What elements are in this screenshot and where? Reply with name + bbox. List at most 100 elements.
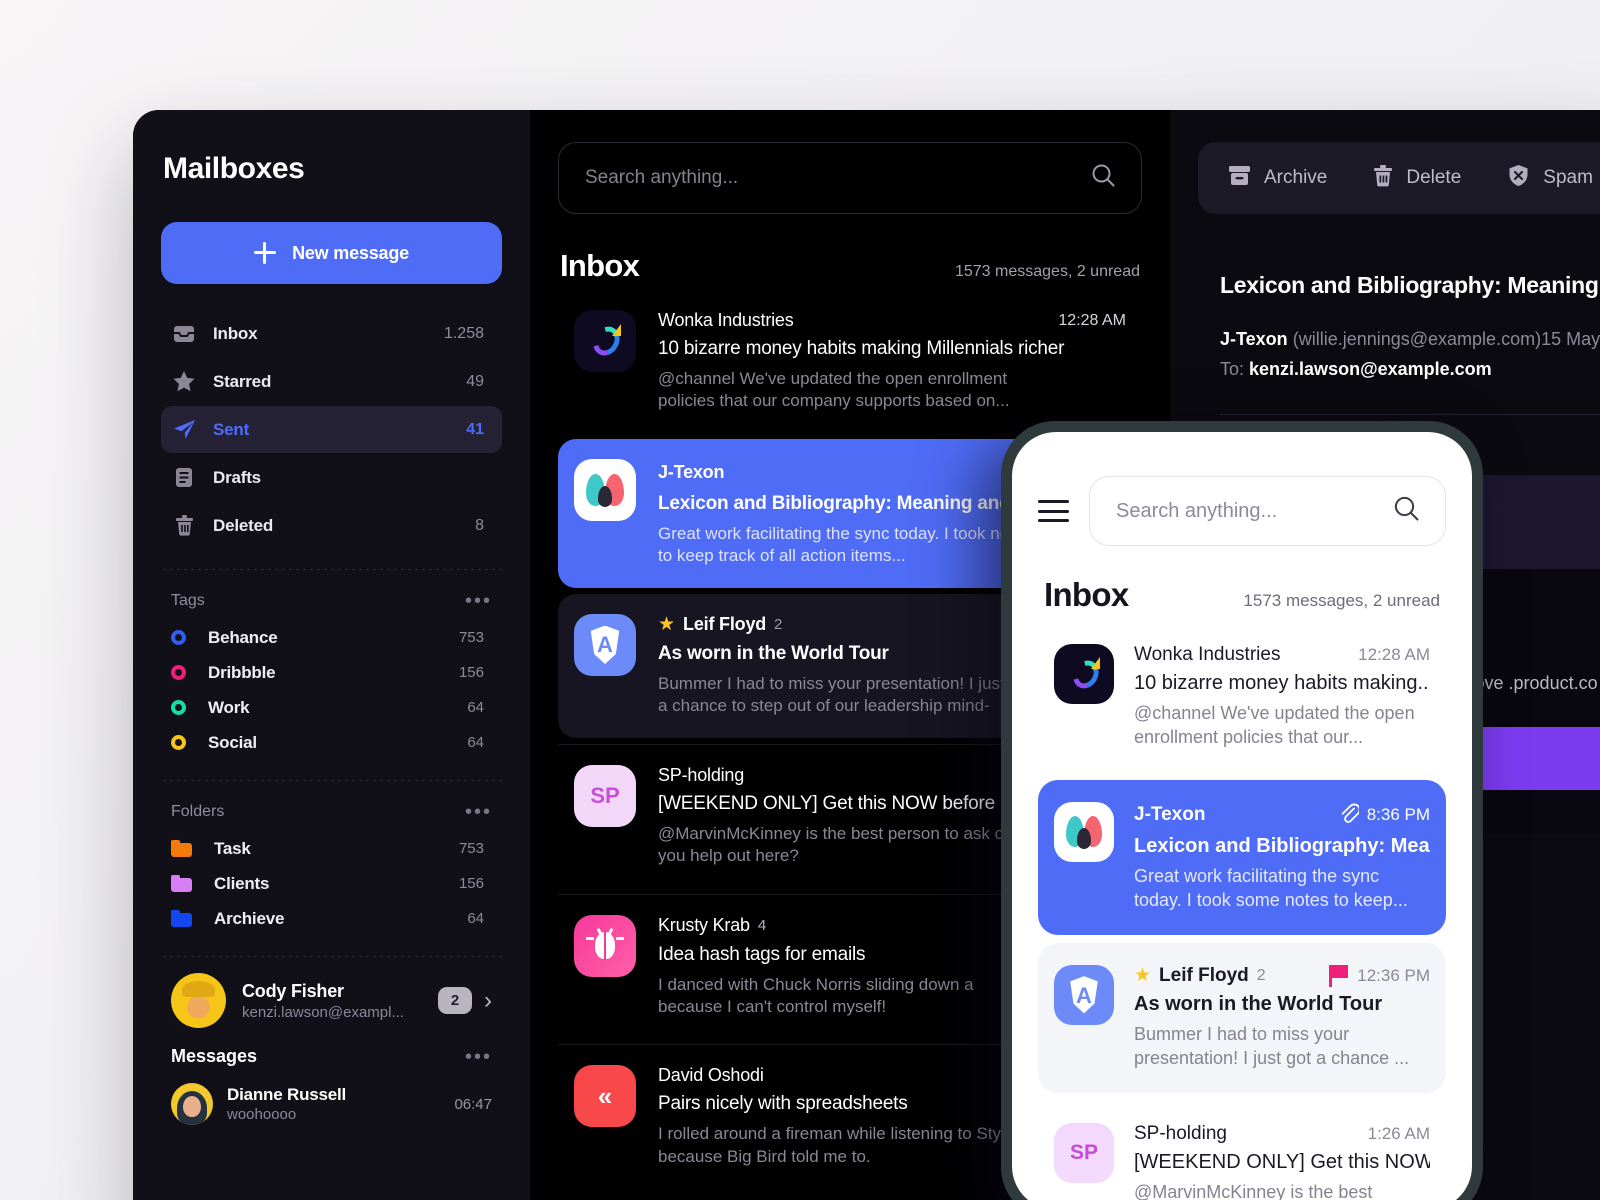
tag-dot-icon <box>171 700 186 715</box>
list-item[interactable]: Dianne Russell woohoooo 06:47 <box>161 1077 502 1131</box>
search-input[interactable]: Search anything... <box>558 142 1142 214</box>
mail-preview: @MarvinMcKinney is the best person to as… <box>658 823 1023 866</box>
star-icon[interactable]: ★ <box>1134 966 1151 985</box>
phone-topbar: Search anything... <box>1038 476 1446 546</box>
tag-count: 64 <box>467 699 484 716</box>
sidebar-item-sent[interactable]: Sent 41 <box>161 406 502 453</box>
hamburger-icon[interactable] <box>1038 500 1069 522</box>
reader-sender-name: J-Texon <box>1220 329 1288 349</box>
mail-thread-count: 2 <box>1256 966 1266 984</box>
mail-sender: Leif Floyd <box>1159 964 1249 986</box>
sidebar-tag-social[interactable]: Social 64 <box>161 725 502 760</box>
mail-sender: SP-holding <box>1134 1122 1227 1144</box>
mail-sender: Wonka Industries <box>658 310 794 330</box>
list-item[interactable]: Wonka Industries 12:28 AM 10 bizarre mon… <box>1038 622 1446 772</box>
sidebar-folder-archieve[interactable]: Archieve 64 <box>161 901 502 936</box>
mail-preview: I danced with Chuck Norris sliding down … <box>658 974 974 1016</box>
flag-icon[interactable] <box>1329 964 1349 987</box>
inbox-icon <box>171 323 197 345</box>
search-placeholder: Search anything... <box>1116 499 1278 522</box>
sidebar-item-count: 1.258 <box>443 324 484 342</box>
spam-button[interactable]: Spam <box>1507 164 1593 192</box>
sidebar-item-inbox[interactable]: Inbox 1.258 <box>161 310 502 357</box>
mail-preview: Great work facilitating the sync today. … <box>658 523 1032 566</box>
search-icon[interactable] <box>1092 164 1115 192</box>
tag-dot-icon <box>171 735 186 750</box>
sidebar-tag-behance[interactable]: Behance 753 <box>161 620 502 655</box>
message-time: 06:47 <box>454 1095 492 1113</box>
sidebar-item-starred[interactable]: Starred 49 <box>161 358 502 405</box>
tags-more-button[interactable]: ••• <box>465 591 492 611</box>
sidebar-folder-clients[interactable]: Clients 156 <box>161 866 502 901</box>
folders-section-header: Folders ••• <box>161 781 502 831</box>
new-message-label: New message <box>292 242 409 263</box>
folder-count: 156 <box>458 875 484 892</box>
sender-avatar <box>574 458 636 521</box>
mail-thread-count: 2 <box>774 616 783 634</box>
archive-button[interactable]: Archive <box>1228 165 1327 191</box>
tag-label: Social <box>208 732 257 752</box>
sender-avatar: SP <box>1054 1122 1114 1183</box>
sender-avatar <box>1054 801 1114 862</box>
mail-subject: 10 bizarre money habits making... <box>1134 672 1430 694</box>
sidebar: Mailboxes New message Inbox 1.258 Starre… <box>133 110 530 1200</box>
tag-label: Behance <box>208 627 278 647</box>
sidebar-item-drafts[interactable]: Drafts <box>161 454 502 501</box>
delete-button[interactable]: Delete <box>1373 164 1461 192</box>
folder-label: Task <box>214 838 251 858</box>
folders-title: Folders <box>171 803 225 820</box>
search-icon[interactable] <box>1394 496 1419 526</box>
archive-label: Archive <box>1264 167 1328 188</box>
list-item[interactable]: SP SP-holding 1:26 AM [WEEKEND ONLY] Get… <box>1038 1101 1446 1200</box>
star-icon <box>171 371 197 393</box>
sidebar-item-count: 49 <box>466 372 484 390</box>
folder-icon <box>171 875 192 892</box>
new-message-button[interactable]: New message <box>161 222 502 284</box>
trash-icon <box>1373 164 1393 192</box>
avatar-initials: SP <box>1069 1140 1098 1164</box>
tag-label: Work <box>208 697 250 717</box>
user-profile[interactable]: Cody Fisher kenzi.lawson@exampl... 2 › <box>161 957 502 1036</box>
sender-avatar: A <box>574 613 636 676</box>
tag-count: 156 <box>458 664 484 681</box>
table-row[interactable]: Wonka Industries 12:28 AM 10 bizarre mon… <box>558 290 1142 433</box>
reader-sender-email: (willie.jennings@example.com) <box>1292 329 1542 349</box>
list-item[interactable]: A ★ Leif Floyd 2 12:36 PM As worn in the… <box>1038 942 1446 1093</box>
reader-toolbar: Archive Delete Spam <box>1198 142 1600 214</box>
mail-subject: 10 bizarre money habits making Millennia… <box>658 338 1065 359</box>
mail-preview: @MarvinMcKinney is the best <box>1134 1181 1373 1200</box>
sidebar-item-label: Sent <box>213 419 250 439</box>
list-item[interactable]: J-Texon 8:36 PM Lexicon and Bibliography… <box>1038 779 1446 935</box>
phone-list-count: 1573 messages, 2 unread <box>1243 591 1440 610</box>
sidebar-tag-dribbble[interactable]: Dribbble 156 <box>161 655 502 690</box>
star-icon[interactable]: ★ <box>658 615 675 634</box>
tag-count: 64 <box>467 734 484 751</box>
mail-subject: As worn in the World Tour <box>1134 992 1383 1015</box>
sidebar-tag-work[interactable]: Work 64 <box>161 690 502 725</box>
mail-sender: J-Texon <box>658 461 725 482</box>
folders-more-button[interactable]: ••• <box>465 802 492 822</box>
mail-sender: J-Texon <box>1134 804 1206 826</box>
folder-icon <box>171 840 192 857</box>
mail-list-header: Inbox 1573 messages, 2 unread <box>558 248 1142 284</box>
to-label: To: <box>1220 359 1245 379</box>
page-title: Mailboxes <box>163 152 305 185</box>
mail-sender: David Oshodi <box>658 1065 764 1086</box>
folder-label: Clients <box>214 873 270 893</box>
folder-count: 753 <box>458 840 484 857</box>
mail-preview: Great work facilitating the sync today. … <box>1134 865 1408 910</box>
mail-preview: Bummer I had to miss your presentation! … <box>1134 1023 1410 1068</box>
spam-label: Spam <box>1543 167 1593 188</box>
avatar-initials: SP <box>590 782 620 808</box>
avatar <box>171 973 226 1028</box>
phone-screen: Search anything... Inbox 1573 messages, … <box>1012 432 1472 1200</box>
search-input[interactable]: Search anything... <box>1089 476 1446 546</box>
sidebar-folder-task[interactable]: Task 753 <box>161 831 502 866</box>
sidebar-item-count: 8 <box>475 516 484 534</box>
chevron-right-icon[interactable]: › <box>484 988 492 1013</box>
sidebar-item-deleted[interactable]: Deleted 8 <box>161 502 502 549</box>
sender-avatar: SP <box>574 764 636 827</box>
messages-more-button[interactable]: ••• <box>465 1047 492 1067</box>
spam-icon <box>1507 164 1530 192</box>
send-icon <box>171 419 197 441</box>
